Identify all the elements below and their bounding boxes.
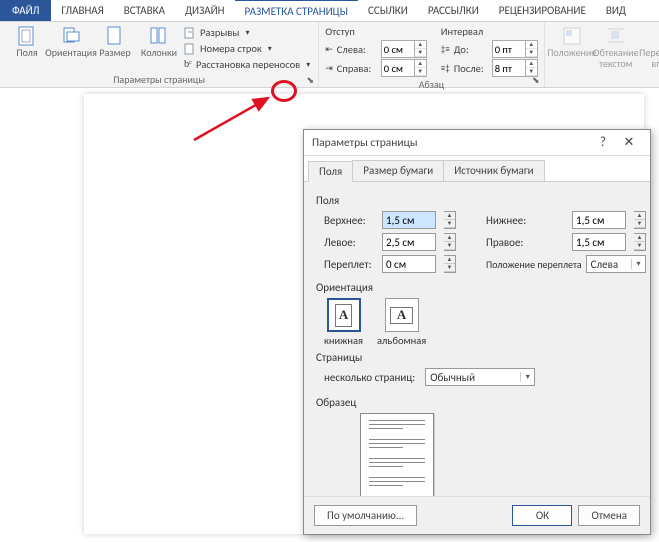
dropdown-caret-icon: ▾: [306, 60, 310, 70]
bring-forward-button[interactable]: Переместить вперед: [639, 24, 659, 72]
tab-review[interactable]: РЕЦЕНЗИРОВАНИЕ: [489, 0, 596, 21]
position-icon: [562, 26, 582, 46]
tab-mailings[interactable]: РАССЫЛКИ: [418, 0, 489, 21]
multiple-pages-combo[interactable]: Обычный▾: [425, 368, 535, 386]
indent-right-label: Справа:: [337, 62, 377, 75]
hyphenation-icon: bᶜ: [184, 59, 192, 70]
preview-thumbnail: [360, 413, 434, 496]
indent-right-input[interactable]: ▲▼: [381, 59, 427, 77]
orientation-icon: [61, 26, 81, 46]
group-label-paragraph: Абзац: [325, 77, 538, 92]
orientation-button[interactable]: Ориентация: [50, 24, 92, 72]
top-margin-stepper[interactable]: ▲▼: [444, 211, 456, 229]
tab-file[interactable]: ФАЙЛ: [0, 0, 51, 21]
gutter-stepper[interactable]: ▲▼: [444, 255, 456, 273]
cancel-button[interactable]: Отмена: [578, 505, 640, 526]
multiple-pages-label: несколько страниц:: [324, 371, 415, 384]
top-margin-label: Верхнее:: [324, 214, 382, 227]
breaks-button[interactable]: Разрывы▾: [182, 25, 312, 40]
breaks-icon: [184, 27, 196, 39]
spacing-before-icon: ‡≡: [441, 44, 450, 55]
columns-button[interactable]: Колонки: [138, 24, 180, 72]
dialog-tab-margins[interactable]: Поля: [308, 161, 353, 182]
tab-references[interactable]: ССЫЛКИ: [358, 0, 418, 21]
size-button[interactable]: Размер: [94, 24, 136, 72]
line-numbers-icon: [184, 43, 196, 55]
dialog-tab-paper[interactable]: Размер бумаги: [352, 160, 444, 181]
indent-left-input[interactable]: ▲▼: [381, 40, 427, 58]
annotation-arrow: [190, 96, 280, 146]
dropdown-caret-icon: ▾: [245, 28, 249, 38]
indent-title: Отступ: [325, 25, 427, 38]
columns-icon: [149, 26, 169, 46]
wrap-text-button[interactable]: Обтекание текстом: [595, 24, 637, 72]
tab-home[interactable]: ГЛАВНАЯ: [51, 0, 113, 21]
right-margin-label: Правое:: [486, 236, 572, 249]
gutter-position-label: Положение переплета:: [486, 258, 582, 271]
tab-view[interactable]: ВИД: [596, 0, 636, 21]
dialog-help-button[interactable]: ?: [590, 135, 616, 150]
tab-insert[interactable]: ВСТАВКА: [114, 0, 175, 21]
dialog-close-button[interactable]: ✕: [616, 135, 642, 150]
ok-button[interactable]: ОК: [512, 505, 572, 526]
section-orientation-label: Ориентация: [316, 281, 638, 294]
spacing-after-icon: ≡‡: [441, 63, 450, 74]
bottom-margin-label: Нижнее:: [486, 214, 572, 227]
gutter-position-combo[interactable]: Слева▾: [586, 255, 646, 273]
hyphenation-button[interactable]: bᶜ Расстановка переносов▾: [182, 57, 312, 72]
size-icon: [105, 26, 125, 46]
tab-design[interactable]: ДИЗАЙН: [175, 0, 235, 21]
gutter-label: Переплет:: [324, 258, 382, 271]
ribbon: Поля Ориентация Размер Колонки Разрывы▾: [0, 22, 659, 88]
group-label-page-setup: Параметры страницы: [6, 72, 312, 87]
section-pages-label: Страницы: [316, 351, 638, 364]
spacing-before-label: До:: [454, 43, 488, 56]
left-margin-input[interactable]: [382, 233, 436, 251]
dropdown-caret-icon: ▾: [268, 44, 272, 54]
bottom-margin-stepper[interactable]: ▲▼: [634, 211, 646, 229]
group-label-arrange: Уп: [551, 72, 659, 87]
wrap-icon: [606, 26, 626, 46]
page-setup-launcher[interactable]: ⬊: [304, 74, 316, 86]
dialog-title: Параметры страницы: [312, 136, 590, 150]
page-setup-dialog: Параметры страницы ? ✕ Поля Размер бумаг…: [303, 129, 651, 535]
section-preview-label: Образец: [316, 396, 638, 409]
spacing-before-input[interactable]: ▲▼: [492, 40, 538, 58]
line-numbers-button[interactable]: Номера строк▾: [182, 41, 312, 56]
top-margin-input[interactable]: [382, 211, 436, 229]
bottom-margin-input[interactable]: [572, 211, 626, 229]
dialog-tab-source[interactable]: Источник бумаги: [443, 160, 544, 181]
ribbon-tabs: ФАЙЛ ГЛАВНАЯ ВСТАВКА ДИЗАЙН РАЗМЕТКА СТР…: [0, 0, 659, 22]
annotation-circle: [271, 80, 297, 102]
left-margin-label: Левое:: [324, 236, 382, 249]
position-button[interactable]: Положение: [551, 24, 593, 72]
default-button[interactable]: По умолчанию...: [314, 505, 417, 526]
right-margin-stepper[interactable]: ▲▼: [634, 233, 646, 251]
spacing-after-label: После:: [454, 62, 488, 75]
indent-left-icon: ⇤: [325, 44, 333, 55]
indent-left-label: Слева:: [337, 43, 377, 56]
margins-icon: [17, 26, 37, 46]
paragraph-launcher[interactable]: ⬊: [530, 74, 542, 86]
tab-page-layout[interactable]: РАЗМЕТКА СТРАНИЦЫ: [235, 0, 359, 21]
spacing-title: Интервал: [441, 25, 538, 38]
section-margins-label: Поля: [316, 194, 638, 207]
left-margin-stepper[interactable]: ▲▼: [444, 233, 456, 251]
orientation-landscape[interactable]: A альбомная: [377, 298, 426, 347]
orientation-portrait[interactable]: A книжная: [324, 298, 363, 347]
gutter-input[interactable]: [382, 255, 436, 273]
indent-right-icon: ⇥: [325, 63, 333, 74]
right-margin-input[interactable]: [572, 233, 626, 251]
margins-button[interactable]: Поля: [6, 24, 48, 72]
